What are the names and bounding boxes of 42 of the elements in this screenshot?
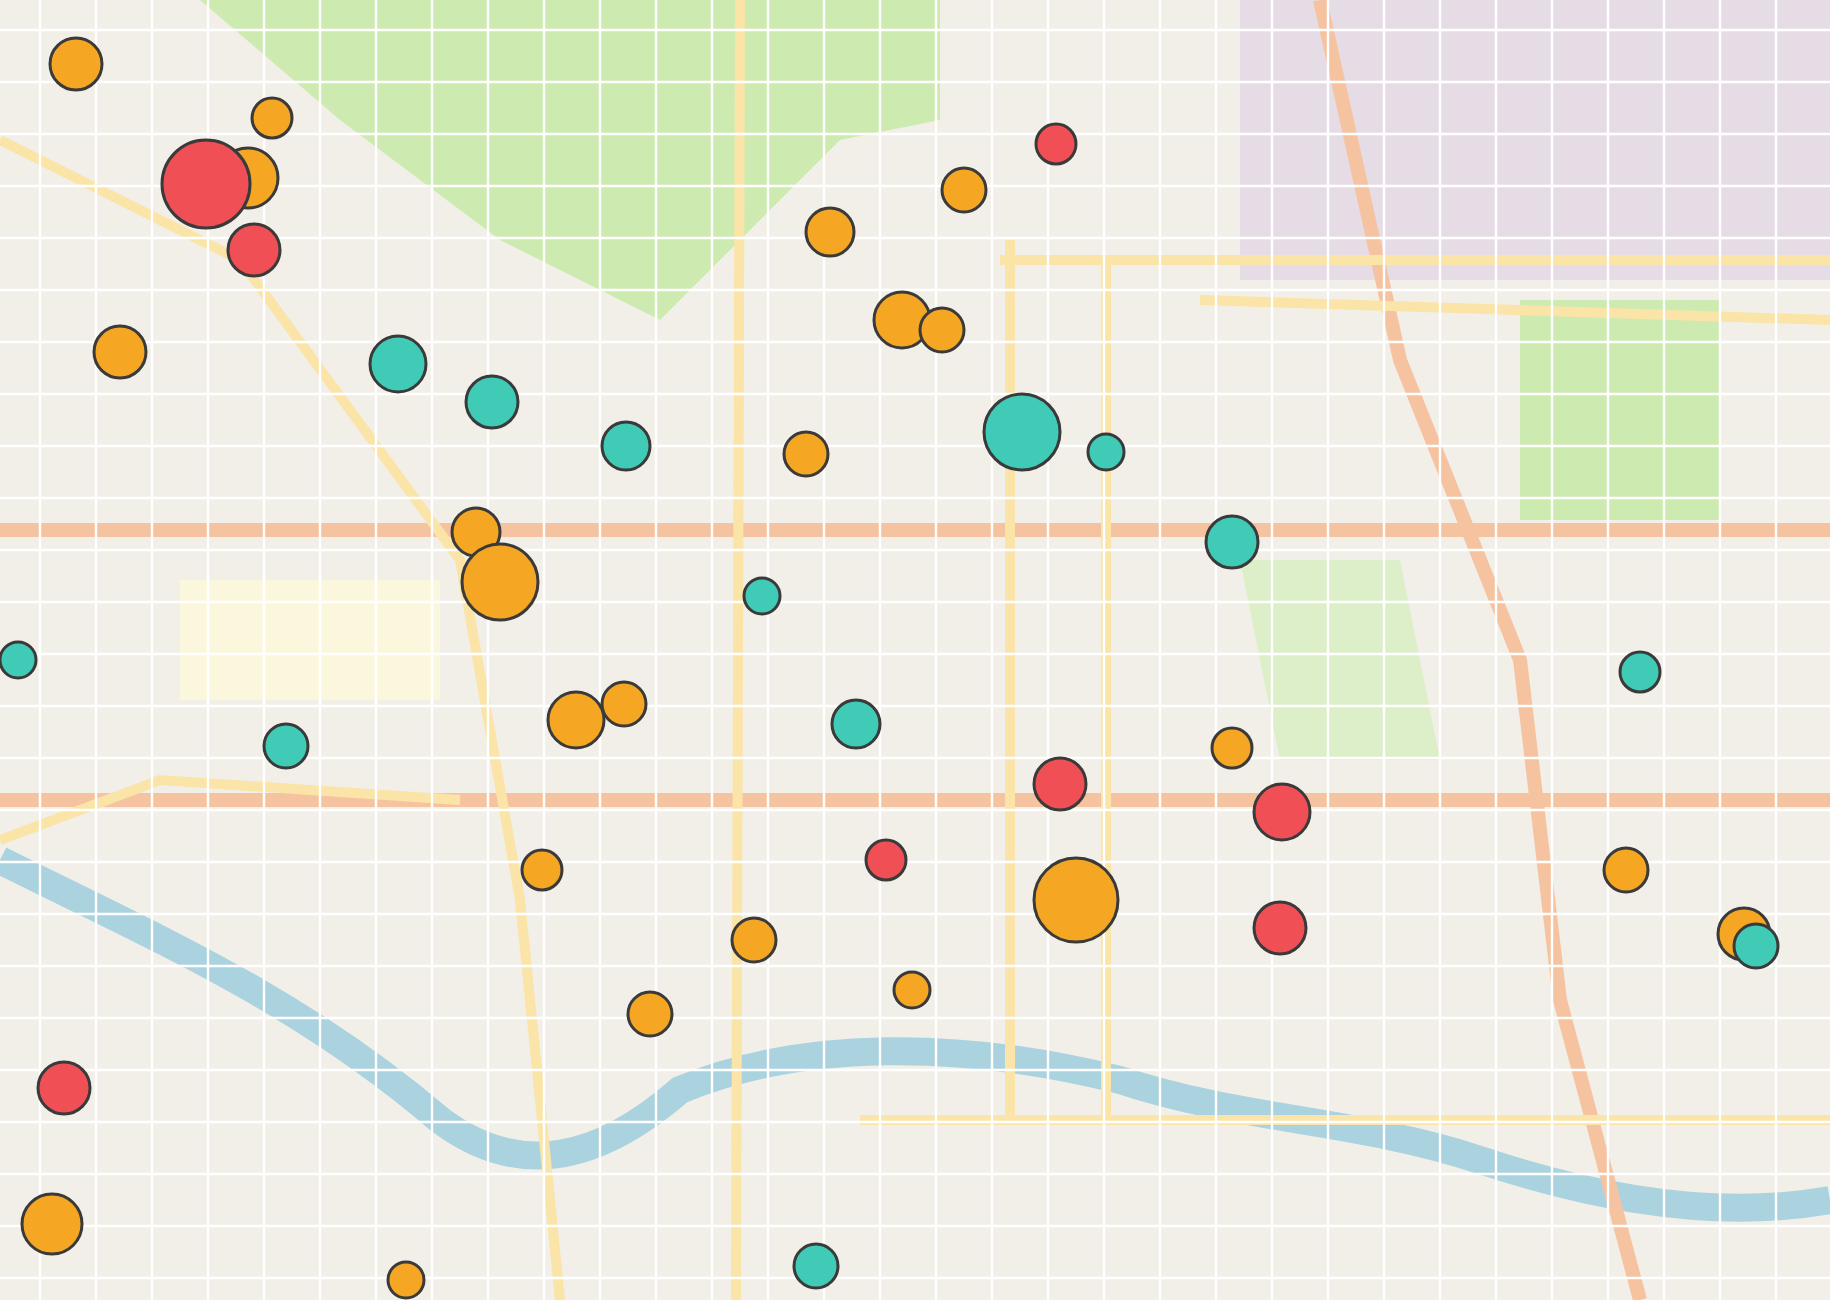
map-marker[interactable]	[250, 96, 294, 140]
map-marker[interactable]	[0, 640, 38, 680]
map-marker[interactable]	[520, 848, 564, 892]
map-marker[interactable]	[386, 1260, 426, 1300]
map-marker[interactable]	[1034, 122, 1078, 166]
map-marker[interactable]	[1252, 782, 1312, 842]
map-marker[interactable]	[1032, 856, 1120, 944]
map-marker[interactable]	[1204, 514, 1260, 570]
map-marker[interactable]	[1032, 756, 1088, 812]
map-marker[interactable]	[782, 430, 830, 478]
map-marker[interactable]	[626, 990, 674, 1038]
map-marker[interactable]	[792, 1242, 840, 1290]
map-marker[interactable]	[982, 392, 1062, 472]
map-marker[interactable]	[600, 680, 648, 728]
map-marker[interactable]	[804, 206, 856, 258]
map-marker[interactable]	[92, 324, 148, 380]
map-marker[interactable]	[1086, 432, 1126, 472]
map-marker[interactable]	[918, 306, 966, 354]
map-marker[interactable]	[36, 1060, 92, 1116]
map-marker[interactable]	[892, 970, 932, 1010]
map-marker[interactable]	[546, 690, 606, 750]
map-marker[interactable]	[48, 36, 104, 92]
map-marker[interactable]	[464, 374, 520, 430]
map-marker[interactable]	[1732, 922, 1780, 970]
map-marker[interactable]	[20, 1192, 84, 1256]
map-marker[interactable]	[940, 166, 988, 214]
map-marker[interactable]	[1618, 650, 1662, 694]
map-marker[interactable]	[226, 222, 282, 278]
map-marker[interactable]	[864, 838, 908, 882]
map-marker[interactable]	[830, 698, 882, 750]
map-marker[interactable]	[460, 542, 540, 622]
map-marker[interactable]	[1602, 846, 1650, 894]
map-marker[interactable]	[872, 290, 932, 350]
map-marker[interactable]	[450, 506, 502, 558]
map-marker[interactable]	[368, 334, 428, 394]
map-marker[interactable]	[262, 722, 310, 770]
map-marker[interactable]	[600, 420, 652, 472]
map-marker[interactable]	[160, 138, 252, 230]
map-marker[interactable]	[730, 916, 778, 964]
map-marker[interactable]	[1210, 726, 1254, 770]
map-marker[interactable]	[742, 576, 782, 616]
map-marker[interactable]	[1252, 900, 1308, 956]
